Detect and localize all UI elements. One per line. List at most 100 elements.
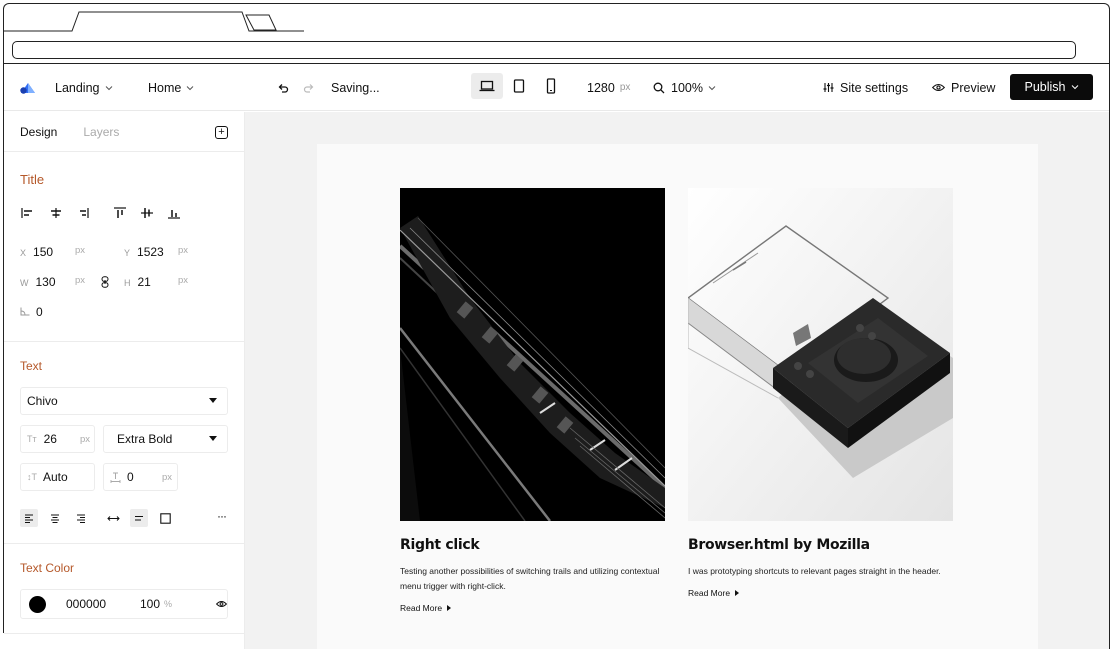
caret-down-icon bbox=[209, 436, 217, 441]
font-weight-value: Extra Bold bbox=[117, 432, 173, 446]
desktop-view-button[interactable] bbox=[471, 73, 503, 99]
section-divider bbox=[4, 341, 245, 342]
read-more-link[interactable]: Read More bbox=[688, 588, 953, 598]
card-image[interactable] bbox=[688, 188, 953, 521]
more-options-button[interactable]: ··· bbox=[217, 509, 227, 523]
page-artboard[interactable]: Right click Testing another possibilitie… bbox=[317, 144, 1038, 649]
read-more-label: Read More bbox=[688, 588, 731, 598]
w-unit: px bbox=[75, 275, 86, 286]
browser-tab-shape bbox=[4, 11, 304, 32]
align-top-icon[interactable] bbox=[111, 207, 129, 219]
tab-layers[interactable]: Layers bbox=[83, 125, 119, 139]
title-section-heading: Title bbox=[20, 172, 45, 187]
page-dropdown[interactable]: Home bbox=[148, 64, 194, 111]
letter-spacing-unit: px bbox=[162, 471, 173, 483]
align-left-icon[interactable] bbox=[20, 207, 38, 219]
auto-width-button[interactable] bbox=[104, 509, 122, 527]
text-align-left-button[interactable] bbox=[20, 509, 38, 527]
preview-button[interactable]: Preview bbox=[932, 64, 995, 111]
h-value: 21 bbox=[137, 275, 151, 289]
card-description: I was prototyping shortcuts to relevant … bbox=[688, 566, 941, 576]
rotation-field[interactable]: 0 bbox=[20, 305, 43, 319]
y-label: Y bbox=[124, 248, 131, 258]
text-align-right-button[interactable] bbox=[72, 509, 90, 527]
font-size-value: 26 bbox=[43, 432, 57, 446]
card-title[interactable]: Right click bbox=[400, 537, 665, 553]
canvas-width[interactable]: 1280 px bbox=[587, 64, 630, 111]
text-section-heading: Text bbox=[20, 359, 43, 373]
add-element-button[interactable]: + bbox=[215, 126, 228, 139]
auto-height-button[interactable] bbox=[130, 509, 148, 527]
design-sidebar: Design Layers + Title X 150 px Y 1523 px… bbox=[4, 112, 245, 649]
play-arrow-icon bbox=[447, 605, 452, 611]
card-image[interactable] bbox=[400, 188, 665, 521]
phone-icon bbox=[546, 78, 556, 94]
preview-label: Preview bbox=[951, 80, 996, 95]
logo[interactable] bbox=[19, 64, 37, 111]
editor-canvas[interactable]: Right click Testing another possibilitie… bbox=[245, 112, 1109, 649]
align-middle-v-icon[interactable] bbox=[138, 207, 156, 219]
url-bar[interactable] bbox=[12, 41, 1076, 59]
redo-button[interactable] bbox=[303, 64, 315, 111]
link-proportions-icon[interactable] bbox=[101, 276, 109, 288]
eye-icon bbox=[932, 83, 945, 92]
fixed-size-button[interactable] bbox=[156, 509, 174, 527]
w-value: 130 bbox=[35, 275, 56, 289]
x-position-field[interactable]: X 150 px bbox=[20, 245, 85, 259]
window-edge-right bbox=[1109, 63, 1110, 649]
x-label: X bbox=[20, 248, 27, 258]
site-settings-label: Site settings bbox=[840, 80, 909, 95]
blog-card[interactable]: Right click Testing another possibilitie… bbox=[400, 188, 665, 613]
color-opacity-value: 100 bbox=[140, 597, 161, 611]
blog-card[interactable]: Browser.html by Mozilla I was prototypin… bbox=[688, 188, 953, 598]
align-center-h-icon[interactable] bbox=[47, 207, 65, 219]
width-field[interactable]: W 130 px bbox=[20, 275, 85, 289]
chevron-down-icon bbox=[186, 85, 194, 90]
tablet-view-button[interactable] bbox=[503, 73, 535, 99]
read-more-label: Read More bbox=[400, 603, 443, 613]
rotation-value: 0 bbox=[36, 305, 43, 319]
device-switcher bbox=[471, 73, 575, 99]
mobile-view-button[interactable] bbox=[535, 73, 567, 99]
read-more-link[interactable]: Read More bbox=[400, 603, 665, 613]
sliders-icon bbox=[823, 83, 834, 92]
x-unit: px bbox=[75, 245, 86, 256]
color-hex-value: 000000 bbox=[66, 597, 107, 611]
text-alignment-toolbar bbox=[20, 509, 182, 527]
tab-design[interactable]: Design bbox=[20, 125, 57, 139]
redo-icon bbox=[303, 83, 314, 93]
line-height-field[interactable]: ↕T Auto bbox=[20, 463, 95, 491]
section-divider bbox=[4, 633, 245, 634]
publish-button[interactable]: Publish bbox=[1010, 74, 1093, 100]
play-arrow-icon bbox=[735, 590, 740, 596]
letter-spacing-field[interactable]: 0 px bbox=[103, 463, 178, 491]
text-color-field[interactable]: 000000 100 % bbox=[20, 589, 228, 619]
w-label: W bbox=[20, 278, 29, 288]
font-family-select[interactable]: Chivo bbox=[20, 387, 228, 415]
eye-icon[interactable] bbox=[216, 600, 227, 608]
h-label: H bbox=[124, 278, 131, 288]
project-dropdown[interactable]: Landing bbox=[55, 64, 113, 111]
text-align-center-icon bbox=[51, 514, 59, 523]
align-bottom-icon[interactable] bbox=[165, 207, 183, 219]
browser-window bbox=[3, 3, 1110, 63]
text-align-center-button[interactable] bbox=[46, 509, 64, 527]
y-unit: px bbox=[178, 245, 189, 256]
card-description: Testing another possibilities of switchi… bbox=[400, 566, 660, 591]
letter-spacing-icon bbox=[110, 472, 121, 483]
font-weight-select[interactable]: Extra Bold bbox=[103, 425, 228, 453]
font-size-field[interactable]: Tт 26 px bbox=[20, 425, 95, 453]
y-position-field[interactable]: Y 1523 px bbox=[124, 245, 188, 259]
card-title[interactable]: Browser.html by Mozilla bbox=[688, 537, 953, 553]
publish-label: Publish bbox=[1024, 80, 1066, 94]
height-field[interactable]: H 21 px bbox=[124, 275, 188, 289]
zoom-value: 100% bbox=[671, 80, 703, 95]
section-divider bbox=[4, 543, 245, 544]
text-align-left-icon bbox=[25, 514, 33, 523]
text-color-section-heading: Text Color bbox=[20, 561, 75, 575]
align-right-icon[interactable] bbox=[74, 207, 92, 219]
zoom-dropdown[interactable]: 100% bbox=[653, 64, 716, 111]
color-swatch[interactable] bbox=[29, 595, 46, 613]
undo-button[interactable] bbox=[277, 64, 289, 111]
site-settings-button[interactable]: Site settings bbox=[823, 64, 908, 111]
